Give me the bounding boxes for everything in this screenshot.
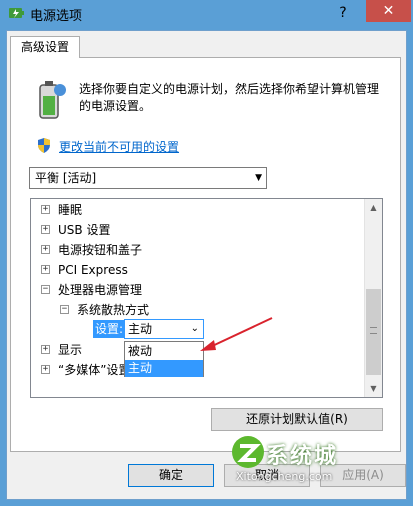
- expand-icon[interactable]: +: [41, 205, 50, 214]
- restore-defaults-button[interactable]: 还原计划默认值(R): [211, 408, 383, 431]
- collapse-icon[interactable]: −: [60, 305, 69, 314]
- tree-item-label: 系统散热方式: [77, 303, 150, 317]
- tree-item-label: USB 设置: [58, 223, 111, 237]
- expand-icon[interactable]: +: [41, 365, 50, 374]
- change-unavailable-settings-link[interactable]: 更改当前不可用的设置: [59, 138, 179, 155]
- ok-button[interactable]: 确定: [128, 464, 214, 487]
- cooling-policy-dropdown: 被动 主动: [124, 341, 204, 377]
- expand-icon[interactable]: +: [41, 245, 50, 254]
- tree-item-label: PCI Express: [58, 263, 128, 277]
- close-button[interactable]: ✕: [366, 0, 411, 22]
- option-passive[interactable]: 被动: [125, 343, 203, 360]
- shield-icon: [38, 138, 50, 153]
- tree-item-label: “多媒体”设置: [58, 363, 131, 377]
- tree-item-usb[interactable]: + USB 设置: [31, 221, 361, 239]
- scrollbar-thumb[interactable]: [366, 289, 381, 375]
- cooling-policy-value: 主动: [128, 322, 153, 336]
- tree-scrollbar[interactable]: ▲ ▼: [364, 199, 382, 397]
- watermark-url: Xitongcheng.com: [236, 470, 333, 483]
- tree-item-sleep[interactable]: + 睡眠: [31, 201, 361, 219]
- option-active[interactable]: 主动: [125, 360, 203, 377]
- scroll-up-icon[interactable]: ▲: [365, 199, 382, 216]
- tree-item-processor-power[interactable]: − 处理器电源管理: [31, 281, 361, 299]
- collapse-icon[interactable]: −: [41, 285, 50, 294]
- scroll-down-icon[interactable]: ▼: [365, 380, 382, 397]
- grip-icon: [370, 327, 377, 334]
- battery-icon: [39, 81, 66, 119]
- watermark-text: 系统城: [266, 444, 339, 469]
- tree-item-label: 处理器电源管理: [58, 283, 143, 297]
- help-button[interactable]: ?: [320, 0, 366, 26]
- annotation-arrow-icon: [200, 317, 273, 351]
- watermark-logo: 系统城 Xitongcheng.com: [228, 432, 378, 490]
- tree-item-label: 显示: [58, 343, 83, 357]
- tree-item-pci-express[interactable]: + PCI Express: [31, 261, 361, 279]
- power-plan-select[interactable]: 平衡 [活动] ▼: [29, 167, 267, 189]
- tree-item-label: 电源按钮和盖子: [58, 243, 143, 257]
- cooling-policy-select[interactable]: 主动 ⌄: [124, 319, 204, 339]
- window-title: 电源选项: [30, 9, 83, 24]
- power-options-icon: [9, 8, 24, 18]
- tab-advanced-settings[interactable]: 高级设置: [10, 36, 80, 58]
- tree-item-label: 睡眠: [58, 203, 83, 217]
- tree-item-power-buttons[interactable]: + 电源按钮和盖子: [31, 241, 361, 259]
- expand-icon[interactable]: +: [41, 265, 50, 274]
- watermark-icon: [232, 436, 264, 468]
- chevron-down-icon: ▼: [255, 173, 262, 183]
- expand-icon[interactable]: +: [41, 345, 50, 354]
- description-text: 选择你要自定义的电源计划，然后选择你希望计算机管理的电源设置。: [79, 82, 380, 113]
- expand-icon[interactable]: +: [41, 225, 50, 234]
- settings-tree[interactable]: + 睡眠 + USB 设置 + 电源按钮和盖子 + PCI Express − …: [30, 198, 383, 398]
- power-plan-value: 平衡 [活动]: [35, 171, 97, 185]
- setting-label: 设置:: [93, 320, 126, 338]
